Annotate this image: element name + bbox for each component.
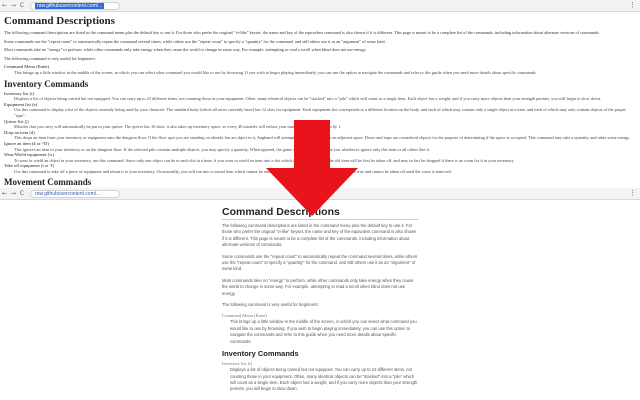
section-heading: Inventory Commands xyxy=(4,78,89,89)
intro-paragraph: Most commands take no "energy" to perfor… xyxy=(222,277,414,296)
intro-paragraph: The following command descriptions are l… xyxy=(222,223,417,248)
definition-text: Use this command to display a list of th… xyxy=(14,107,626,118)
intro-paragraph: The following command is very useful for… xyxy=(4,55,96,61)
definition-text: This brings up a little window in the mi… xyxy=(230,319,417,344)
content-column: Command Descriptions The following comma… xyxy=(222,206,418,397)
definition-text: This brings up a little window in the mi… xyxy=(14,69,537,75)
intro-paragraph: The following command is very useful for… xyxy=(222,302,319,308)
down-arrow-icon xyxy=(266,120,358,216)
intro-paragraph: Some commands use the "repeat count" to … xyxy=(4,38,386,44)
intro-paragraph: The following command descriptions are l… xyxy=(4,30,600,35)
section-heading: Inventory Commands xyxy=(222,349,299,359)
browser-nav-buttons[interactable]: ← → C xyxy=(2,2,25,9)
definition-text: Displays a list of objects being carried… xyxy=(14,96,602,102)
browser-toolbar-top: ← → C raw.githubusercontent.com/... ⋮ xyxy=(0,0,640,12)
address-bar-top[interactable]: raw.githubusercontent.com/... xyxy=(30,2,120,10)
styled-page: Command Descriptions The following comma… xyxy=(0,200,640,400)
intro-paragraph: Most commands take no "energy" to perfor… xyxy=(4,47,367,53)
definition-text: Displays a list of objects being carried… xyxy=(230,367,418,392)
address-bar-bottom[interactable]: raw.githubusercontent.com/... xyxy=(30,190,120,198)
page-title: Command Descriptions xyxy=(4,15,115,27)
address-bar-url: raw.githubusercontent.com/... xyxy=(35,191,101,197)
browser-nav-buttons[interactable]: ← → C xyxy=(2,190,25,197)
kebab-menu-icon[interactable]: ⋮ xyxy=(629,189,636,197)
kebab-menu-icon[interactable]: ⋮ xyxy=(629,1,636,9)
address-bar-selected-url: raw.githubusercontent.com/... xyxy=(35,3,105,9)
intro-paragraph: Some commands use the "repeat count" to … xyxy=(222,253,418,272)
